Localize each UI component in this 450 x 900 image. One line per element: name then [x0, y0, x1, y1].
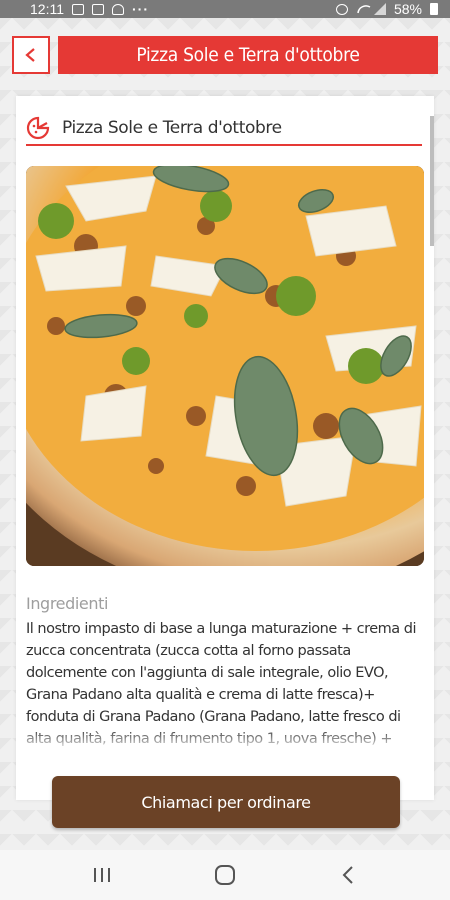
android-notification-icon — [112, 3, 124, 15]
status-left: 12:11 ··· — [30, 1, 149, 17]
recent-apps-icon — [93, 868, 110, 882]
back-nav-button[interactable] — [328, 860, 368, 890]
status-right: 58% — [335, 1, 438, 17]
signal-icon — [357, 3, 386, 15]
alarm-icon — [335, 3, 348, 15]
pizza-image — [26, 166, 424, 566]
ingredients-label: Ingredienti — [26, 594, 108, 613]
back-arrow-icon — [25, 48, 35, 62]
card-title: Pizza Sole e Terra d'ottobre — [62, 118, 282, 138]
status-bar: 12:11 ··· 58% — [0, 0, 450, 18]
recent-apps-button[interactable] — [82, 860, 122, 890]
text-fade — [26, 728, 422, 752]
home-button[interactable] — [205, 860, 245, 890]
image-notification-icon — [92, 3, 104, 15]
call-to-order-button[interactable]: Chiamaci per ordinare — [52, 776, 400, 828]
pizza-photo — [26, 166, 424, 566]
home-icon — [214, 865, 235, 885]
card-title-row: Pizza Sole e Terra d'ottobre — [26, 112, 422, 146]
battery-percent: 58% — [393, 1, 422, 17]
status-time: 12:11 — [30, 1, 64, 17]
back-button[interactable] — [12, 36, 50, 74]
more-notifications-icon: ··· — [132, 1, 149, 17]
product-card[interactable]: Pizza Sole e Terra d'ottobre Ingredienti… — [16, 96, 434, 800]
pizza-slice-icon — [26, 116, 50, 140]
back-nav-icon — [342, 866, 354, 884]
gallery-notification-icon — [72, 3, 84, 15]
header-title: Pizza Sole e Terra d'ottobre — [58, 36, 438, 74]
scrollbar[interactable] — [430, 116, 434, 246]
app-header: Pizza Sole e Terra d'ottobre — [12, 36, 438, 74]
battery-icon — [430, 3, 438, 15]
system-nav-bar — [0, 850, 450, 900]
